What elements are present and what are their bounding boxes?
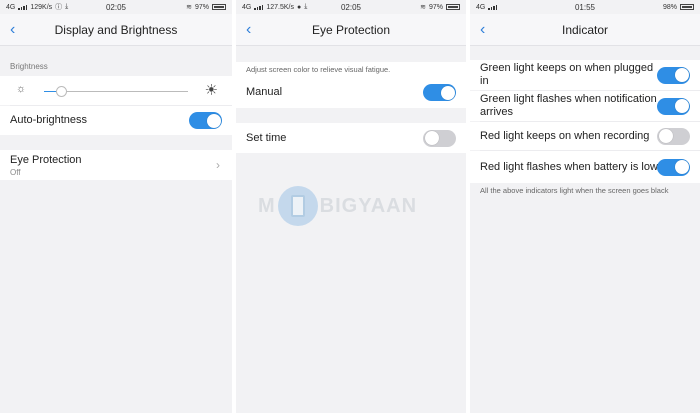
- status-time: 01:55: [574, 2, 596, 12]
- indicator-row[interactable]: Green light flashes when notification ar…: [470, 91, 700, 121]
- indicator-label: Red light flashes when battery is low: [480, 160, 658, 173]
- battery-icon: [446, 4, 460, 10]
- back-icon[interactable]: ‹: [480, 20, 485, 40]
- description-row: Adjust screen color to relieve visual fa…: [236, 62, 466, 77]
- indicator-label: Green light keeps on when plugged in: [480, 62, 654, 87]
- indicator-row[interactable]: Red light flashes when battery is low: [470, 151, 700, 183]
- indicator-label: Red light keeps on when recording: [480, 129, 650, 142]
- indicator-toggle[interactable]: [657, 97, 690, 115]
- indicator-note: All the above indicators light when the …: [480, 186, 669, 195]
- indicator-screen: 4G 01:55 98% ‹ Indicator Green light kee…: [470, 0, 700, 413]
- indicator-row[interactable]: Red light keeps on when recording: [470, 122, 700, 150]
- status-time: 02:05: [105, 2, 127, 12]
- brightness-label: Brightness: [10, 62, 48, 71]
- sun-small-icon: ☼: [16, 83, 27, 95]
- brightness-slider-row: ☼ ☀: [0, 76, 232, 105]
- auto-brightness-label: Auto-brightness: [10, 114, 88, 126]
- manual-label: Manual: [246, 86, 283, 98]
- status-bar: 4G 01:55 98%: [470, 0, 700, 14]
- watermark: M BIGYAAN: [258, 186, 417, 226]
- eye-protection-value: Off: [10, 167, 21, 177]
- auto-brightness-row[interactable]: Auto-brightness: [0, 106, 232, 135]
- manual-toggle[interactable]: [423, 84, 456, 101]
- brightness-slider[interactable]: [44, 86, 188, 97]
- display-brightness-screen: 4G 129K/s ⓘ ⤓ 02:05 ≋ 97% ‹ Display and …: [0, 0, 232, 413]
- status-bar: 4G 129K/s ⓘ ⤓ 02:05 ≋ 97%: [0, 0, 232, 14]
- back-icon[interactable]: ‹: [10, 20, 15, 40]
- watermark-logo-icon: [277, 186, 318, 226]
- back-icon[interactable]: ‹: [246, 20, 251, 40]
- title-bar: ‹ Indicator: [470, 14, 700, 46]
- page-title: Eye Protection: [311, 22, 391, 37]
- watermark-text-left: M: [258, 194, 276, 217]
- status-time: 02:05: [340, 2, 362, 12]
- indicator-row[interactable]: Green light keeps on when plugged in: [470, 60, 700, 90]
- indicator-toggle[interactable]: [657, 66, 690, 84]
- status-bar: 4G 127.5K/s ● ⤓ 02:05 ≋ 97%: [236, 0, 466, 14]
- auto-brightness-toggle[interactable]: [189, 112, 222, 129]
- watermark-text-right: BIGYAAN: [319, 194, 418, 217]
- indicator-toggle[interactable]: [657, 127, 690, 145]
- manual-row[interactable]: Manual: [236, 77, 466, 108]
- description-text: Adjust screen color to relieve visual fa…: [246, 65, 391, 74]
- chevron-right-icon: ›: [216, 158, 220, 172]
- sun-large-icon: ☀: [204, 82, 218, 99]
- brightness-slider-thumb[interactable]: [55, 86, 67, 97]
- set-time-row[interactable]: Set time: [236, 123, 466, 153]
- indicator-list: Green light keeps on when plugged in Gre…: [470, 60, 700, 183]
- page-title: Indicator: [561, 22, 609, 37]
- title-bar: ‹ Eye Protection: [236, 14, 466, 46]
- set-time-label: Set time: [246, 131, 287, 144]
- indicator-label: Green light flashes when notification ar…: [480, 93, 657, 118]
- battery-icon: [680, 4, 694, 10]
- title-bar: ‹ Display and Brightness: [0, 14, 232, 46]
- page-title: Display and Brightness: [54, 22, 178, 37]
- set-time-toggle[interactable]: [423, 129, 456, 147]
- eye-protection-row[interactable]: Eye Protection Off ›: [0, 150, 232, 180]
- battery-icon: [212, 4, 226, 10]
- indicator-toggle[interactable]: [657, 158, 690, 176]
- eye-protection-label: Eye Protection: [10, 153, 82, 166]
